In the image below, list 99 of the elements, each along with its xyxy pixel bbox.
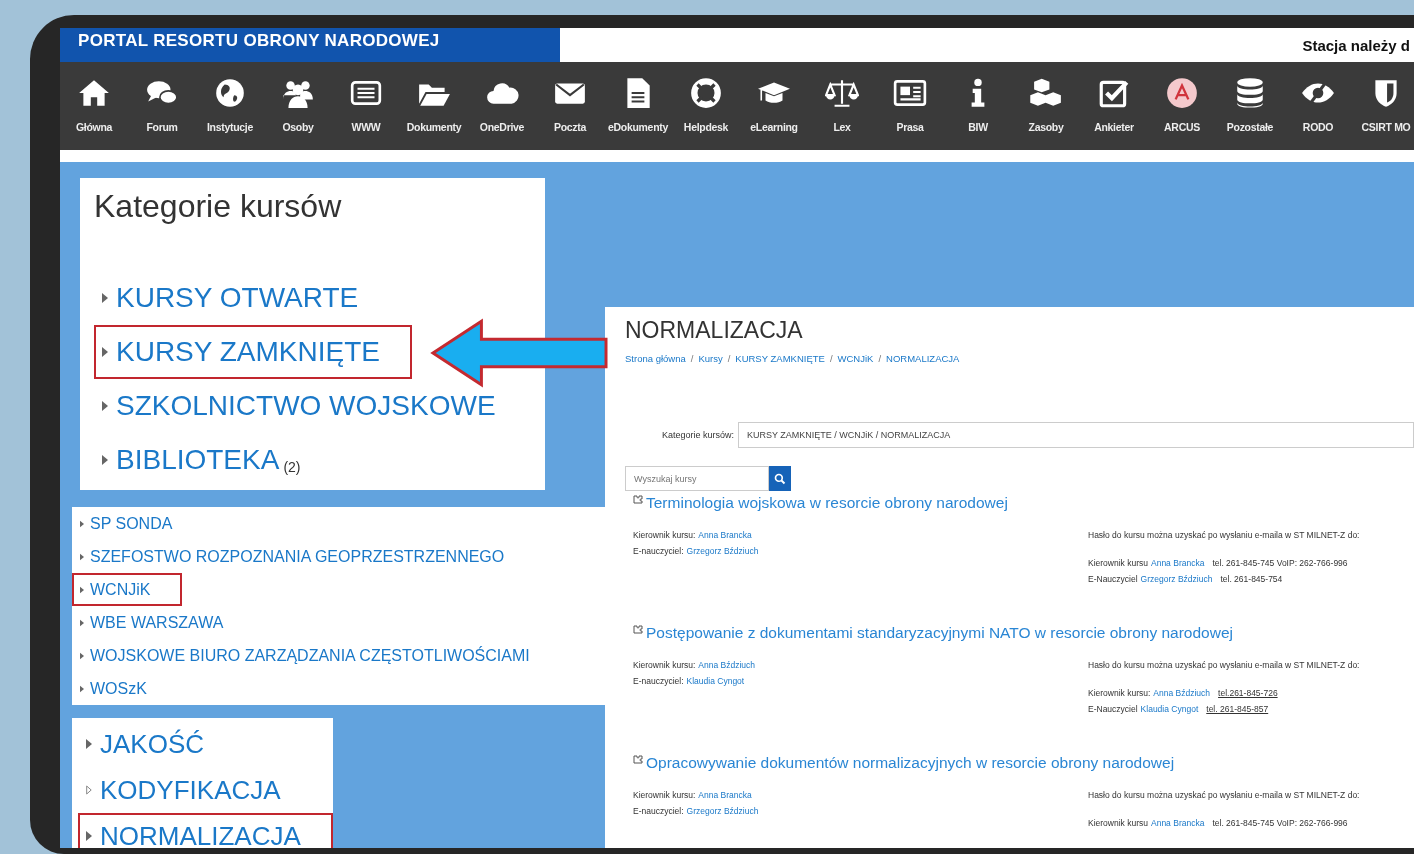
- caret-icon: [80, 618, 84, 627]
- station-notice: Stacja należy d: [1302, 36, 1411, 54]
- course-title-link[interactable]: Terminologia wojskowa w resorcie obrony narodowej: [646, 494, 1008, 512]
- course-title-link[interactable]: Opracowywanie dokumentów normalizacyjnych w resorcie obrony narodowej: [646, 754, 1175, 772]
- lifebuoy-icon: [689, 76, 723, 110]
- subcategory-link[interactable]: WCNJiK: [72, 573, 183, 606]
- caret-icon: [80, 552, 84, 561]
- phone-number: tel. 261-845-745 VoIP: 262-766-996: [1212, 558, 1348, 568]
- category-link[interactable]: SZKOLNICTWO WOJSKOWE: [94, 379, 508, 433]
- panel-title: Kategorie kursów: [94, 187, 343, 226]
- search-field[interactable]: Wyszukaj kursy: [625, 466, 769, 491]
- subcategory-link[interactable]: WOJSKOWE BIURO ZARZĄDZANIA CZĘSTOTLIWOŚCIAMI: [72, 639, 542, 672]
- toolbar-item[interactable]: Osoby: [264, 62, 332, 150]
- phone-number: tel.261-845-726: [1218, 688, 1278, 698]
- breadcrumb-link[interactable]: Kursy: [698, 353, 723, 364]
- person-link[interactable]: Anna Brancka: [1151, 818, 1205, 828]
- role-label: E-Nauczyciel: [1088, 704, 1138, 714]
- toolbar-item[interactable]: WWW: [332, 62, 400, 150]
- password-note: Hasło do kursu można uzyskać po wysłaniu e-maila w ST MILNET-Z do:: [1088, 659, 1360, 672]
- subcategory-link[interactable]: SP SONDA: [72, 507, 185, 540]
- caret-icon: [80, 585, 84, 594]
- course-title-link[interactable]: Postępowanie z dokumentami standaryzacyjnymi NATO w resorcie obrony narodowej: [646, 624, 1233, 642]
- caret-icon: [80, 684, 84, 693]
- course-icon: [633, 494, 643, 504]
- phone-number: tel. 261-845-754: [1220, 574, 1283, 584]
- toolbar-item[interactable]: Główna: [60, 62, 128, 150]
- role-label: Kierownik kursu:: [633, 660, 696, 670]
- course-icon: [633, 754, 643, 764]
- breadcrumb-link[interactable]: WCNJiK: [837, 353, 874, 364]
- role-label: Kierownik kursu: [1088, 558, 1148, 568]
- page-title: NORMALIZACJA: [625, 316, 804, 345]
- password-note: Hasło do kursu można uzyskać po wysłaniu e-maila w ST MILNET-Z do:: [1088, 789, 1360, 802]
- breadcrumb-link[interactable]: NORMALIZACJA: [886, 353, 960, 364]
- toolbar-item[interactable]: ARCUS: [1148, 62, 1216, 150]
- person-link[interactable]: Anna Brancka: [698, 530, 752, 540]
- breadcrumb-separator: /: [727, 353, 731, 364]
- person-link[interactable]: Grzegorz Bździuch: [686, 806, 759, 816]
- phone-number: tel. 261-845-857: [1206, 704, 1269, 714]
- category-select[interactable]: KURSY ZAMKNIĘTE / WCNJiK / NORMALIZACJA: [738, 422, 1414, 448]
- caret-icon: [80, 519, 84, 528]
- search-icon: [774, 472, 786, 485]
- person-link[interactable]: Anna Bździuch: [1153, 688, 1211, 698]
- breadcrumb-separator: /: [829, 353, 833, 364]
- toolbar-item[interactable]: Helpdesk: [672, 62, 740, 150]
- toolbar-item[interactable]: Poczta: [536, 62, 604, 150]
- course-icon: [633, 624, 643, 634]
- toolbar-item[interactable]: Lex: [808, 62, 876, 150]
- toolbar-item[interactable]: BIW: [944, 62, 1012, 150]
- globe-icon: [213, 76, 247, 110]
- password-note: Hasło do kursu można uzyskać po wysłaniu e-maila w ST MILNET-Z do:: [1088, 529, 1360, 542]
- subcategory-link[interactable]: WBE WARSZAWA: [72, 606, 236, 639]
- toolbar-item[interactable]: eLearning: [740, 62, 808, 150]
- caret-icon: [102, 455, 108, 465]
- category-link[interactable]: KURSY OTWARTE: [94, 271, 371, 325]
- person-link[interactable]: Klaudia Cyngot: [686, 676, 745, 686]
- person-link[interactable]: Klaudia Cyngot: [1140, 704, 1199, 714]
- role-label: E-Nauczyciel: [1088, 574, 1138, 584]
- toolbar-item[interactable]: Instytucje: [196, 62, 264, 150]
- subcategory-link[interactable]: WOSzK: [72, 672, 159, 705]
- role-label: E-nauczyciel:: [633, 806, 684, 816]
- breadcrumb-separator: /: [690, 353, 694, 364]
- toolbar-item[interactable]: OneDrive: [468, 62, 536, 150]
- toolbar-item[interactable]: Pozostałe: [1216, 62, 1284, 150]
- section-link[interactable]: KODYFIKACJA: [78, 767, 293, 813]
- person-link[interactable]: Anna Bździuch: [698, 660, 756, 670]
- toolbar-item[interactable]: RODO: [1284, 62, 1352, 150]
- caret-icon: [102, 293, 108, 303]
- section-link[interactable]: NORMALIZACJA: [78, 813, 333, 848]
- person-link[interactable]: Anna Brancka: [1151, 558, 1205, 568]
- subcategory-link[interactable]: SZEFOSTWO ROZPOZNANIA GEOPRZESTRZENNEGO: [72, 540, 517, 573]
- role-label: E-nauczyciel:: [633, 676, 684, 686]
- toolbar-item[interactable]: Zasoby: [1012, 62, 1080, 150]
- person-link[interactable]: Grzegorz Bździuch: [1140, 574, 1213, 584]
- caret-icon: [102, 347, 108, 357]
- toolbar-item[interactable]: CSIRT MO: [1352, 62, 1414, 150]
- person-link[interactable]: Grzegorz Bździuch: [686, 546, 759, 556]
- caret-icon: [80, 651, 84, 660]
- toolbar-item[interactable]: Ankieter: [1080, 62, 1148, 150]
- toolbar-item[interactable]: Forum: [128, 62, 196, 150]
- category-link[interactable]: KURSY ZAMKNIĘTE: [94, 325, 412, 379]
- role-label: Kierownik kursu: [1088, 818, 1148, 828]
- field-label: Kategorie kursów:: [660, 430, 735, 440]
- phone-number: tel. 261-845-745 VoIP: 262-766-996: [1212, 818, 1348, 828]
- role-label: Kierownik kursu:: [1088, 688, 1151, 698]
- section-link[interactable]: JAKOŚĆ: [78, 721, 217, 767]
- toolbar-item[interactable]: eDokumenty: [604, 62, 672, 150]
- role-label: Kierownik kursu:: [633, 530, 696, 540]
- breadcrumb-separator: /: [878, 353, 882, 364]
- role-label: E-nauczyciel:: [633, 546, 684, 556]
- toolbar-item[interactable]: Dokumenty: [400, 62, 468, 150]
- portal-title: PORTAL RESORTU OBRONY NARODOWEJ: [60, 28, 560, 62]
- role-label: Kierownik kursu:: [633, 790, 696, 800]
- breadcrumb-link[interactable]: KURSY ZAMKNIĘTE: [735, 353, 825, 364]
- person-link[interactable]: Anna Brancka: [698, 790, 752, 800]
- caret-icon: [102, 401, 108, 411]
- breadcrumb-link[interactable]: Strona główna: [625, 353, 686, 364]
- search-button[interactable]: [769, 466, 791, 491]
- toolbar-item[interactable]: Prasa: [876, 62, 944, 150]
- letter-logo-icon: [1165, 76, 1199, 110]
